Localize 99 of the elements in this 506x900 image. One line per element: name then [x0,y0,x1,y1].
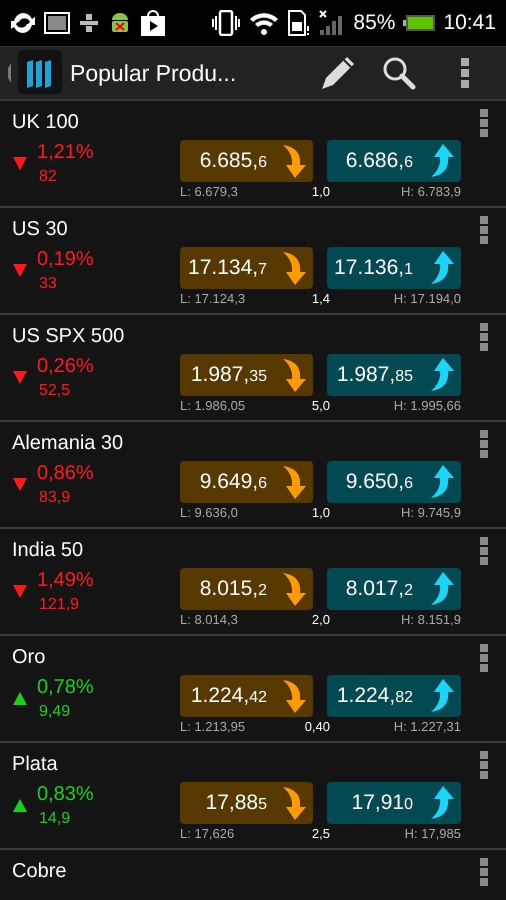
percent-change: 0,26% [37,355,94,378]
buy-price-button[interactable]: 1.987,85 [327,354,461,396]
sell-price-button[interactable]: 8.015,2 [180,568,313,610]
buy-price-button[interactable]: 6.686,6 [327,140,461,182]
down-triangle-icon [13,157,27,170]
arrow-up-icon [429,464,455,500]
percent-change: 0,86% [37,462,94,485]
buy-price-button[interactable]: 1.224,82 [327,675,461,717]
point-change: 121,9 [38,596,80,614]
percent-change: 1,21% [37,141,94,164]
arrow-down-icon [281,143,307,179]
overflow-menu-icon[interactable] [478,323,488,351]
buy-price-button[interactable]: 17.136,1 [327,247,461,289]
overflow-menu-icon[interactable] [478,109,488,137]
instrument-name: UK 100 [11,110,80,135]
plus-cross-icon [78,12,100,34]
sell-price-button[interactable]: 1.224,42 [180,675,313,717]
spread-value: 0,40 [304,719,330,736]
arrow-down-icon [281,678,307,714]
high-price: H: 17.194,0 [394,291,461,308]
store-bag-icon [140,9,166,37]
low-price: L: 17.124,3 [180,291,246,308]
point-change: 9,49 [38,703,72,721]
instrument-name: US SPX 500 [11,324,126,349]
sell-price-button[interactable]: 17,885 [180,782,313,824]
arrow-down-icon [281,785,307,821]
spread-value: 2,0 [312,612,330,629]
clock-time: 10:41 [443,11,496,35]
arrow-up-icon [429,357,455,393]
low-price: L: 9.636,0 [180,505,239,522]
overflow-menu-icon[interactable] [478,644,488,672]
sell-price-button[interactable]: 1.987,35 [180,354,313,396]
app-logo-icon[interactable] [6,50,64,96]
sell-price-button[interactable]: 17.134,7 [180,247,313,289]
instrument-name: Cobre [11,859,68,884]
arrow-up-icon [429,571,455,607]
high-price: H: 1.995,66 [394,398,461,415]
battery-icon [403,15,436,31]
low-price: L: 8.014,3 [180,612,239,629]
pencil-icon[interactable] [320,55,356,91]
high-price: H: 1.227,31 [394,719,461,736]
overflow-menu-icon[interactable] [460,58,470,88]
arrow-up-icon [429,678,455,714]
down-triangle-icon [13,585,27,598]
spread-value: 1,0 [312,184,330,201]
up-triangle-icon [13,692,27,705]
vibrate-icon [211,10,242,36]
arrow-up-icon [429,785,455,821]
arrow-down-icon [281,464,307,500]
point-change: 82 [38,168,58,186]
arrow-up-icon [429,143,455,179]
instrument-name: US 30 [11,217,69,242]
buy-price-button[interactable]: 9.650,6 [327,461,461,503]
buy-price-button[interactable]: 17,910 [327,782,461,824]
instrument-name: Oro [11,645,46,670]
arrow-down-icon [281,250,307,286]
low-price: L: 6.679,3 [180,184,239,201]
up-triangle-icon [13,799,27,812]
low-price: L: 1.986,05 [180,398,246,415]
percent-change: 0,78% [37,676,94,699]
buy-price-button[interactable]: 8.017,2 [327,568,461,610]
spread-value: 1,0 [312,505,330,522]
percent-change: 0,19% [37,248,94,271]
sim-card-icon [287,10,312,36]
overflow-menu-icon[interactable] [478,858,488,886]
high-price: H: 6.783,9 [401,184,461,201]
image-icon [44,12,70,34]
high-price: H: 17,985 [404,826,461,843]
point-change: 52,5 [38,382,72,400]
overflow-menu-icon[interactable] [478,537,488,565]
spread-value: 2,5 [312,826,330,843]
percent-change: 1,49% [37,569,94,592]
sync-icon [10,10,36,36]
screen-title: Popular Produ... [70,60,238,86]
spread-value: 5,0 [312,398,330,415]
arrow-down-icon [281,571,307,607]
down-triangle-icon [13,371,27,384]
percent-change: 0,83% [37,783,94,806]
point-change: 14,9 [38,810,72,828]
sell-price-button[interactable]: 9.649,6 [180,461,313,503]
down-triangle-icon [13,264,27,277]
arrow-down-icon [281,357,307,393]
instrument-name: India 50 [11,538,84,563]
high-price: H: 9.745,9 [401,505,461,522]
sell-price-button[interactable]: 6.685,6 [180,140,313,182]
search-icon[interactable] [382,56,416,90]
point-change: 83,9 [38,489,72,507]
spread-value: 1,4 [312,291,330,308]
overflow-menu-icon[interactable] [478,216,488,244]
overflow-menu-icon[interactable] [478,430,488,458]
instrument-name: Alemania 30 [11,431,124,456]
instrument-name: Plata [11,752,59,777]
overflow-menu-icon[interactable] [478,751,488,779]
down-triangle-icon [13,478,27,491]
high-price: H: 8.151,9 [401,612,461,629]
low-price: L: 17,626 [180,826,236,843]
arrow-up-icon [429,250,455,286]
point-change: 33 [38,275,58,293]
battery-percent: 85% [353,11,396,35]
